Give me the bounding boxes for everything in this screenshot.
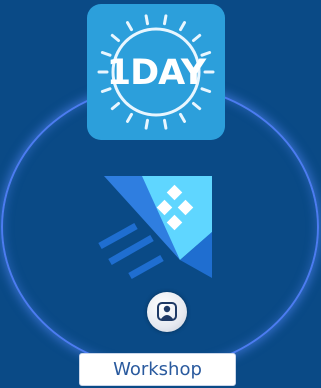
sun-ray <box>126 21 133 32</box>
avatar <box>147 292 187 332</box>
sun-ray <box>163 14 168 26</box>
sun-ray <box>192 102 202 111</box>
sun-ray <box>144 118 149 130</box>
sun-ray <box>110 102 120 111</box>
sun-ray <box>144 14 149 26</box>
sun-ray <box>110 33 120 42</box>
product-logo-icon <box>98 176 212 280</box>
sun-ray <box>163 118 168 130</box>
day-badge-text: 1DAY <box>106 53 207 93</box>
day-badge: 1DAY <box>87 4 225 140</box>
sun-ray <box>192 33 202 42</box>
sun-ray <box>179 112 186 123</box>
user-icon <box>157 302 177 321</box>
workshop-label: Workshop <box>79 353 236 386</box>
workshop-tile: 1DAY Workshop <box>0 0 321 388</box>
sun-ray <box>179 21 186 32</box>
sun-ray <box>126 112 133 123</box>
